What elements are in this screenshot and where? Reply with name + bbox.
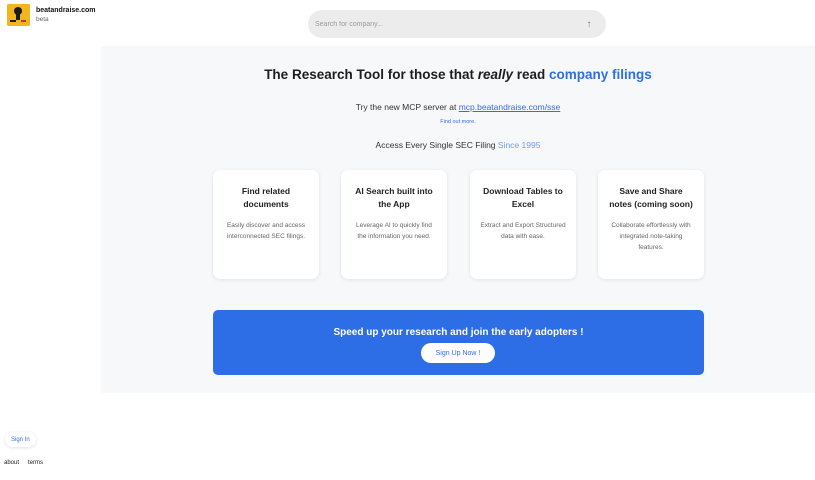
feature-title: Save and Share notes (coming soon): [609, 186, 693, 209]
feature-card: Save and Share notes (coming soon) Colla…: [598, 170, 704, 279]
access-prefix: Access Every Single SEC Filing: [375, 140, 498, 150]
feature-desc: Easily discover and access interconnecte…: [226, 222, 306, 240]
sign-in-button[interactable]: Sign In: [5, 432, 36, 447]
search-input[interactable]: [315, 20, 582, 28]
terms-link[interactable]: terms: [28, 460, 43, 466]
feature-title: Find related documents: [241, 186, 291, 209]
cta-text: Speed up your research and join the earl…: [333, 327, 584, 338]
bear-logo-icon: [7, 4, 30, 26]
access-tagline: Access Every Single SEC Filing Since 199…: [101, 140, 815, 150]
feature-title: AI Search built into the App: [355, 186, 433, 209]
feature-desc: Extract and Export Structured data with …: [480, 222, 566, 240]
mcp-server-link[interactable]: mcp.beatandraise.com/sse: [459, 102, 561, 112]
company-search-bar[interactable]: ↑: [308, 10, 606, 38]
headline-emphasis: really: [477, 67, 513, 82]
hero-section: The Research Tool for those that really …: [101, 46, 815, 393]
brand-name[interactable]: beatandraise.com: [36, 6, 96, 15]
mcp-announcement: Try the new MCP server at mcp.beatandrai…: [101, 102, 815, 112]
headline-middle: read: [513, 67, 550, 82]
mcp-prefix: Try the new MCP server at: [355, 102, 459, 112]
feature-card: Find related documents Easily discover a…: [213, 170, 319, 279]
find-out-more-link[interactable]: Find out more.: [101, 119, 815, 125]
feature-title: Download Tables to Excel: [483, 186, 563, 209]
feature-desc: Leverage AI to quickly find the informat…: [356, 222, 432, 240]
cta-banner: Speed up your research and join the earl…: [213, 310, 704, 375]
feature-desc: Collaborate effortlessly with integrated…: [611, 222, 691, 251]
headline-prefix: The Research Tool for those that: [264, 67, 478, 82]
beta-badge: beta: [36, 16, 49, 23]
sign-up-button[interactable]: Sign Up Now !: [421, 343, 495, 363]
brand[interactable]: beatandraise.com beta: [7, 4, 96, 26]
headline-accent: company filings: [549, 67, 652, 82]
arrow-up-icon[interactable]: ↑: [582, 17, 596, 31]
access-since: Since 1995: [497, 140, 541, 150]
page-title: The Research Tool for those that really …: [101, 67, 815, 82]
feature-card: Download Tables to Excel Extract and Exp…: [470, 170, 576, 279]
feature-card: AI Search built into the App Leverage AI…: [341, 170, 447, 279]
about-link[interactable]: about: [4, 460, 19, 466]
footer-links: about terms: [4, 460, 43, 466]
